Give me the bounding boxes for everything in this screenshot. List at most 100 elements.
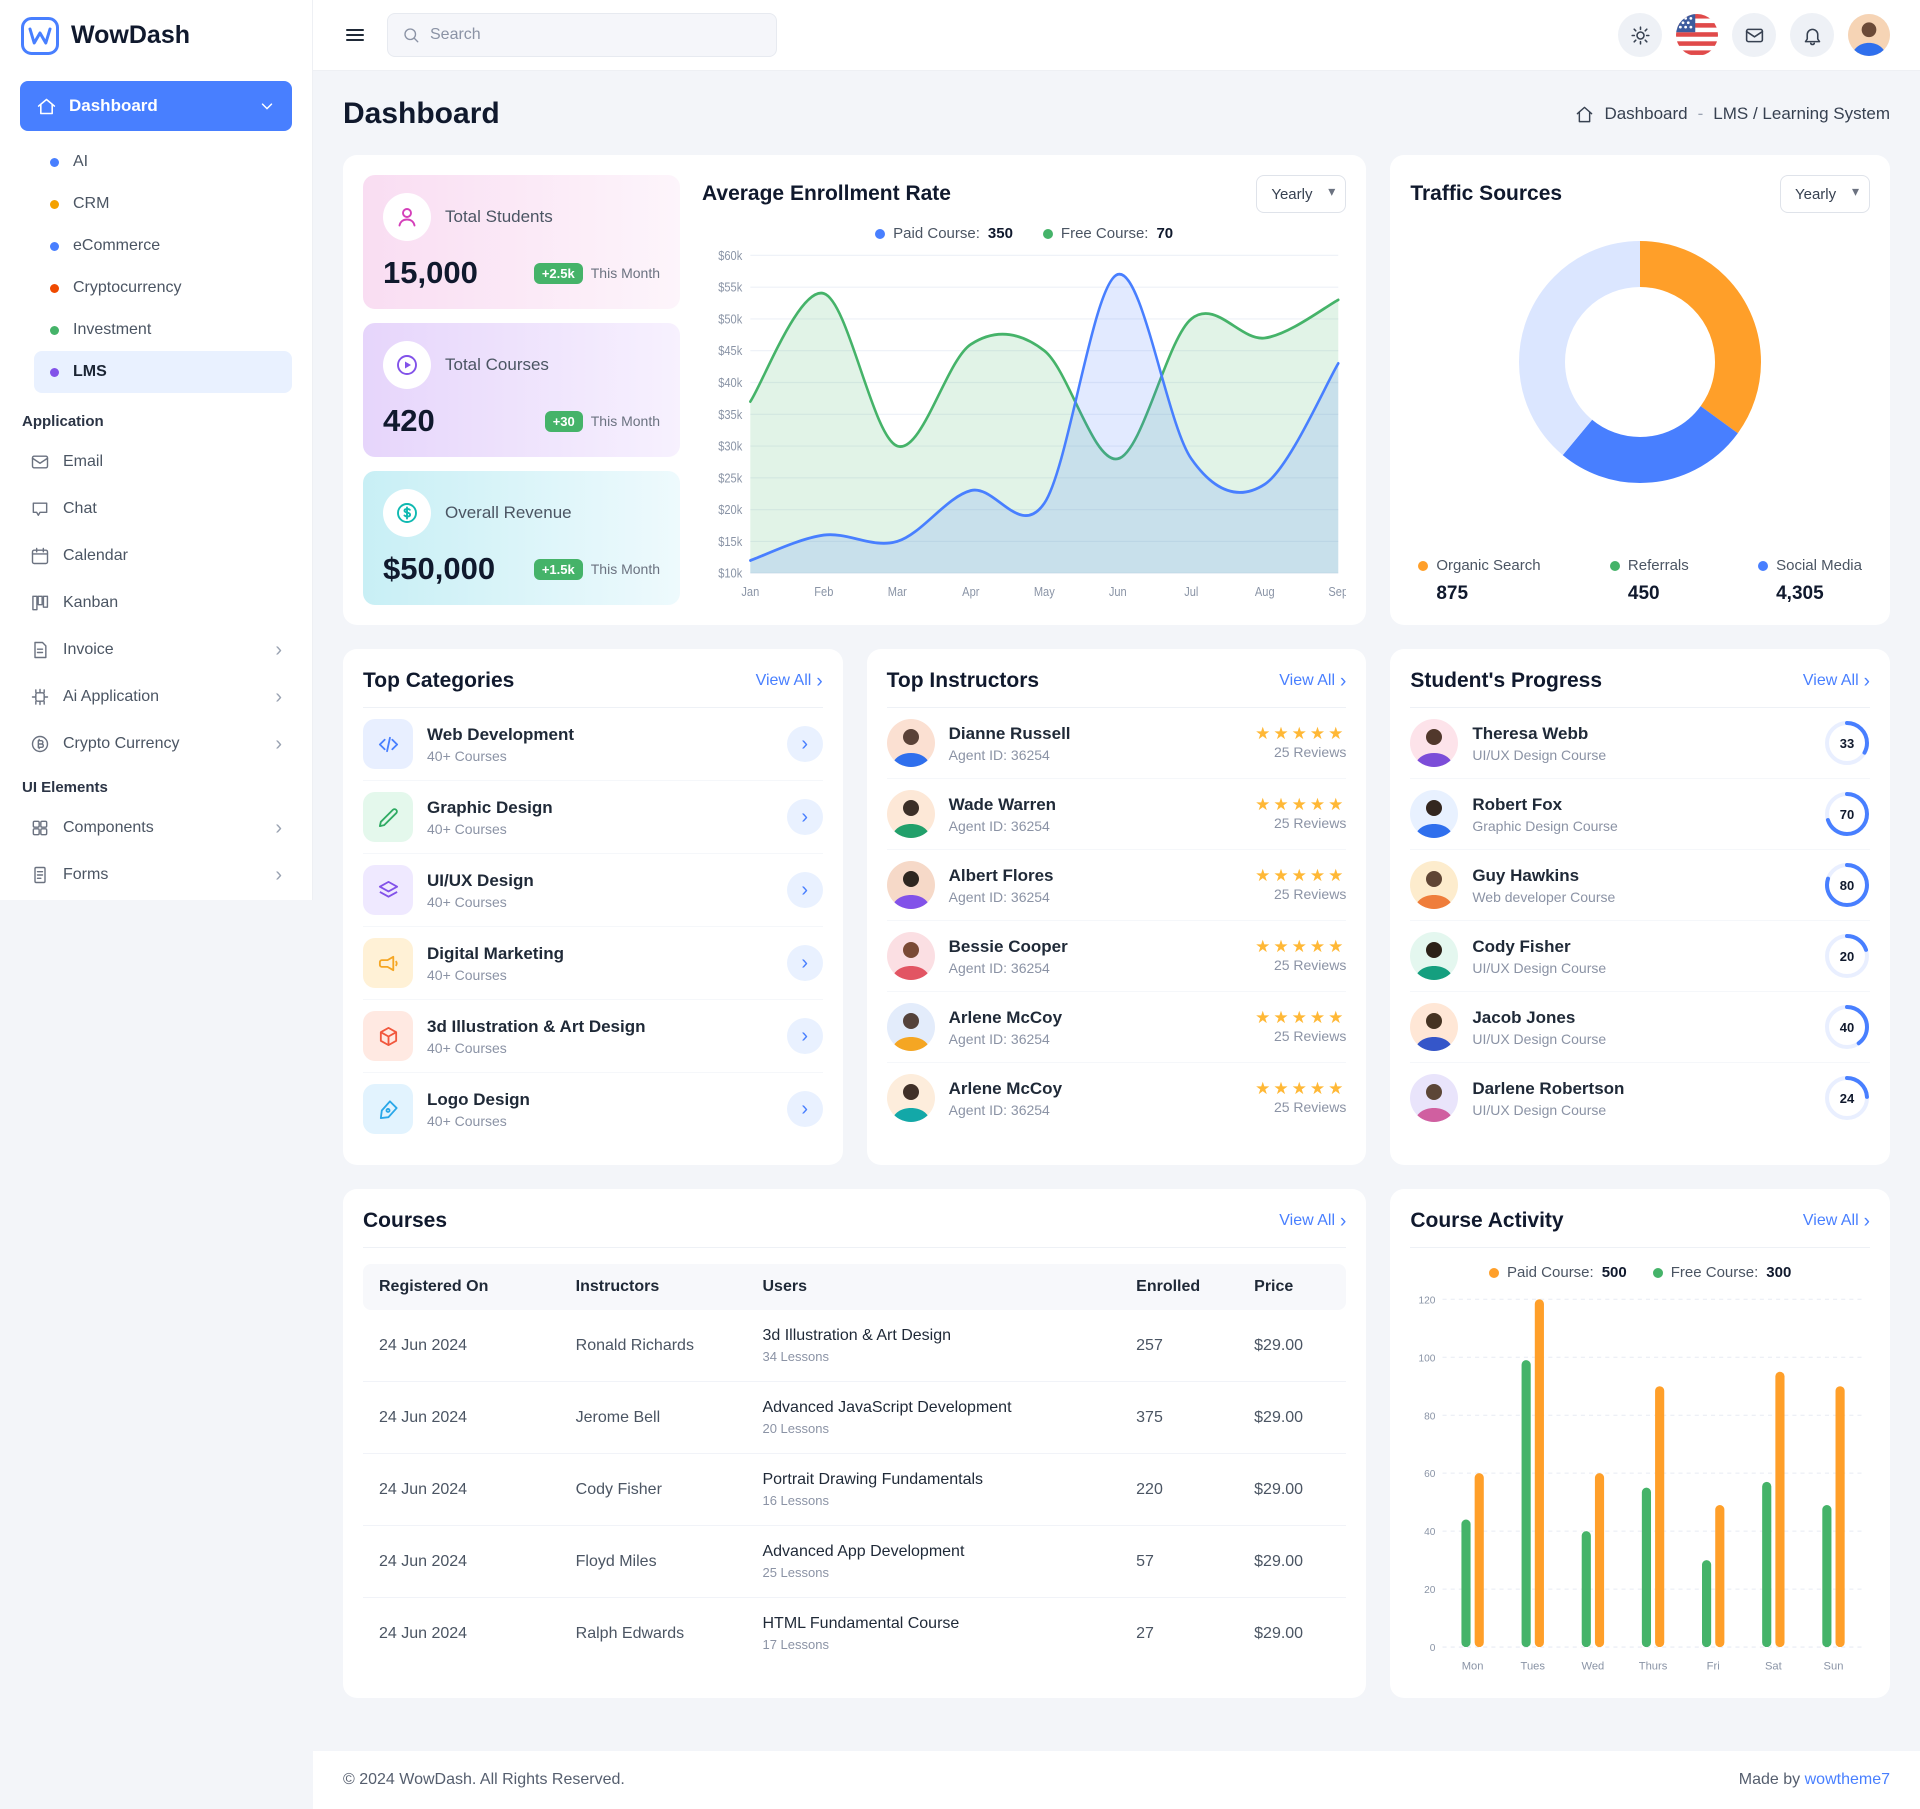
logo[interactable]: WowDash — [20, 0, 292, 71]
sidebar-subitem-lms[interactable]: LMS — [34, 351, 292, 393]
table-row[interactable]: 24 Jun 2024 Ronald Richards 3d Illustrat… — [363, 1310, 1346, 1382]
breadcrumb-home[interactable]: Dashboard — [1604, 104, 1687, 124]
chevron-right-icon: › — [275, 865, 282, 885]
list-item[interactable]: Albert FloresAgent ID: 36254 ★★★★★25 Rev… — [887, 850, 1347, 921]
list-item[interactable]: Bessie CooperAgent ID: 36254 ★★★★★25 Rev… — [887, 921, 1347, 992]
theme-toggle-button[interactable] — [1618, 13, 1662, 57]
search-box[interactable] — [387, 13, 777, 57]
enrollment-filter-select[interactable]: Yearly — [1256, 175, 1346, 213]
avatar — [887, 1003, 935, 1051]
open-category-button[interactable]: › — [787, 945, 823, 981]
user-avatar[interactable] — [1848, 14, 1890, 56]
legend-dot — [1418, 561, 1428, 571]
progress-ring: 33 — [1824, 720, 1870, 766]
brand-link[interactable]: wowtheme7 — [1805, 1771, 1890, 1788]
sidebar-subitem-crm[interactable]: CRM — [34, 183, 292, 225]
sidebar-item-kanban[interactable]: Kanban — [20, 579, 292, 626]
avatar — [1410, 932, 1458, 980]
list-item[interactable]: Digital Marketing40+ Courses › — [363, 927, 823, 1000]
breadcrumb-separator: - — [1698, 104, 1704, 124]
view-all-link[interactable]: View All› — [756, 672, 823, 691]
made-by-text: Made by — [1739, 1771, 1800, 1788]
list-item[interactable]: 3d Illustration & Art Design40+ Courses … — [363, 1000, 823, 1073]
list-item[interactable]: Wade WarrenAgent ID: 36254 ★★★★★25 Revie… — [887, 779, 1347, 850]
open-category-button[interactable]: › — [787, 799, 823, 835]
sidebar-item-email[interactable]: Email — [20, 438, 292, 485]
components-icon — [30, 818, 50, 838]
bell-icon — [1802, 25, 1823, 46]
stat-value: 15,000 — [383, 255, 478, 291]
list-item[interactable]: Arlene McCoyAgent ID: 36254 ★★★★★25 Revi… — [887, 992, 1347, 1063]
bullet-dot — [50, 284, 59, 293]
traffic-filter-select[interactable]: Yearly — [1780, 175, 1870, 213]
svg-text:Jul: Jul — [1184, 584, 1198, 599]
view-all-link[interactable]: View All› — [1803, 672, 1870, 691]
language-flag-button[interactable] — [1676, 14, 1718, 56]
view-all-link[interactable]: View All› — [1279, 672, 1346, 691]
table-row[interactable]: 24 Jun 2024 Cody Fisher Portrait Drawing… — [363, 1454, 1346, 1526]
notifications-button[interactable] — [1790, 13, 1834, 57]
sidebar-item-invoice[interactable]: Invoice › — [20, 626, 292, 673]
sidebar-item-forms[interactable]: Forms › — [20, 851, 292, 898]
reviews-count: 25 Reviews — [1274, 886, 1346, 902]
legend-dot — [1758, 561, 1768, 571]
list-item[interactable]: Cody FisherUI/UX Design Course 20 — [1410, 921, 1870, 992]
list-item[interactable]: Web Development40+ Courses › — [363, 708, 823, 781]
svg-text:Wed: Wed — [1582, 1660, 1605, 1672]
list-item[interactable]: Darlene RobertsonUI/UX Design Course 24 — [1410, 1063, 1870, 1133]
progress-ring: 20 — [1824, 933, 1870, 979]
sidebar-subitem-ai[interactable]: AI — [34, 141, 292, 183]
sidebar-item-table[interactable]: Table › — [20, 898, 292, 900]
list-item[interactable]: Theresa WebbUI/UX Design Course 33 — [1410, 708, 1870, 779]
cell-price: $29.00 — [1238, 1382, 1346, 1454]
table-row[interactable]: 24 Jun 2024 Ralph Edwards HTML Fundament… — [363, 1598, 1346, 1670]
reviews-count: 25 Reviews — [1274, 1028, 1346, 1044]
section-title-application: Application — [22, 413, 290, 430]
cell-enrolled: 375 — [1120, 1382, 1238, 1454]
progress-value: 20 — [1824, 933, 1870, 979]
avatar — [1410, 1074, 1458, 1122]
list-item[interactable]: UI/UX Design40+ Courses › — [363, 854, 823, 927]
category-title: Web Development — [427, 725, 574, 745]
view-all-link[interactable]: View All› — [1279, 1212, 1346, 1231]
cell-enrolled: 220 — [1120, 1454, 1238, 1526]
view-all-link[interactable]: View All› — [1803, 1212, 1870, 1231]
svg-text:Feb: Feb — [814, 584, 833, 599]
chevron-right-icon: › — [275, 734, 282, 754]
table-row[interactable]: 24 Jun 2024 Jerome Bell Advanced JavaScr… — [363, 1382, 1346, 1454]
search-input[interactable] — [430, 26, 762, 44]
sidebar-subitem-cryptocurrency[interactable]: Cryptocurrency — [34, 267, 292, 309]
sidebar-item-components[interactable]: Components › — [20, 804, 292, 851]
instructor-agent-id: Agent ID: 36254 — [949, 1102, 1062, 1118]
open-category-button[interactable]: › — [787, 1018, 823, 1054]
list-item[interactable]: Graphic Design40+ Courses › — [363, 781, 823, 854]
open-category-button[interactable]: › — [787, 872, 823, 908]
sidebar-item-calendar[interactable]: Calendar — [20, 532, 292, 579]
list-item[interactable]: Jacob JonesUI/UX Design Course 40 — [1410, 992, 1870, 1063]
legend-dot-paid — [1489, 1268, 1499, 1278]
sidebar-subitem-ecommerce[interactable]: eCommerce — [34, 225, 292, 267]
hamburger-menu-icon[interactable] — [343, 23, 367, 47]
messages-button[interactable] — [1732, 13, 1776, 57]
star-rating: ★★★★★ — [1255, 866, 1346, 886]
open-category-button[interactable]: › — [787, 1091, 823, 1127]
enrollment-title: Average Enrollment Rate — [702, 182, 951, 206]
email-icon — [30, 452, 50, 472]
list-item[interactable]: Logo Design40+ Courses › — [363, 1073, 823, 1145]
sidebar-item-dashboard[interactable]: Dashboard — [20, 81, 292, 131]
legend-label: Social Media — [1776, 557, 1862, 574]
list-item[interactable]: Arlene McCoyAgent ID: 36254 ★★★★★25 Revi… — [887, 1063, 1347, 1133]
chevron-right-icon: › — [1864, 672, 1870, 691]
sidebar-item-chat[interactable]: Chat — [20, 485, 292, 532]
sidebar-item-ai-application[interactable]: Ai Application › — [20, 673, 292, 720]
sidebar-item-crypto-currency[interactable]: Crypto Currency › — [20, 720, 292, 767]
svg-text:60: 60 — [1424, 1469, 1436, 1480]
open-category-button[interactable]: › — [787, 726, 823, 762]
instructor-agent-id: Agent ID: 36254 — [949, 747, 1071, 763]
avatar — [1410, 1003, 1458, 1051]
table-row[interactable]: 24 Jun 2024 Floyd Miles Advanced App Dev… — [363, 1526, 1346, 1598]
list-item[interactable]: Dianne RussellAgent ID: 36254 ★★★★★25 Re… — [887, 708, 1347, 779]
list-item[interactable]: Guy HawkinsWeb developer Course 80 — [1410, 850, 1870, 921]
sidebar-subitem-investment[interactable]: Investment — [34, 309, 292, 351]
list-item[interactable]: Robert FoxGraphic Design Course 70 — [1410, 779, 1870, 850]
